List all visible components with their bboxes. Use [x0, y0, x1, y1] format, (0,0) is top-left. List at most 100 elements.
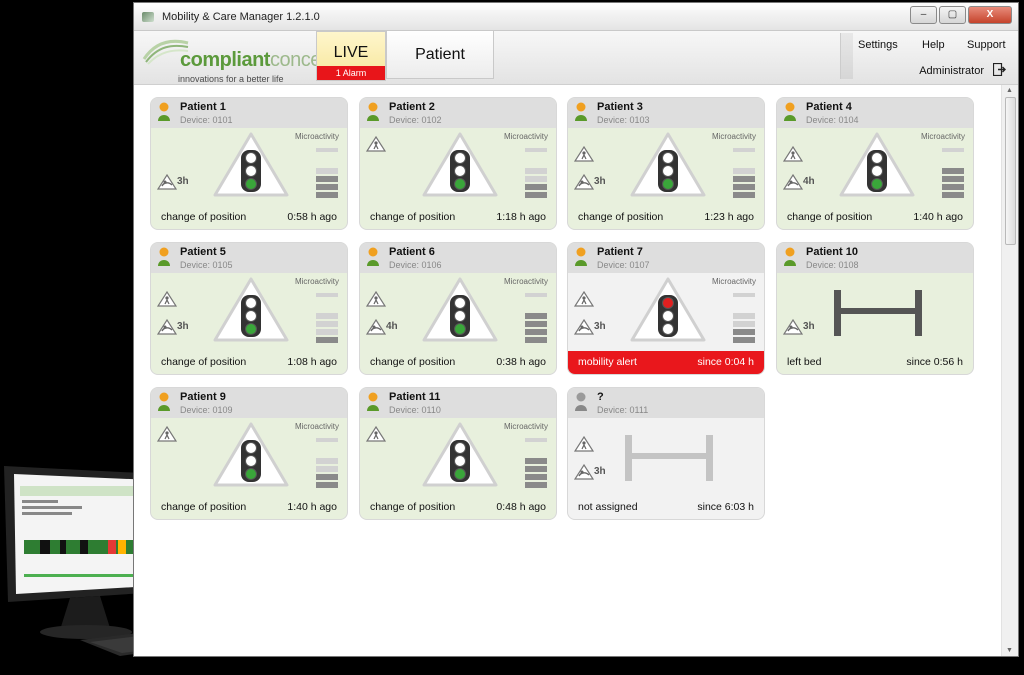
- microactivity-level-bars: [525, 148, 547, 198]
- turn-interval: 4h: [803, 176, 815, 187]
- activity-bar-empty: [316, 148, 338, 152]
- patient-avatar-icon: [783, 247, 797, 267]
- window-controls: – ▢ X: [910, 6, 1012, 24]
- activity-bar: [316, 337, 338, 343]
- microactivity-label: Microactivity: [294, 277, 339, 286]
- title-bar: Mobility & Care Manager 1.2.1.0 – ▢ X: [134, 3, 1018, 31]
- device-id: Device: 0110: [389, 405, 441, 415]
- microactivity-level-bars: [525, 293, 547, 343]
- activity-bar: [525, 321, 547, 327]
- patient-avatar-icon: [157, 102, 171, 122]
- scroll-down-icon[interactable]: ▼: [1006, 647, 1013, 654]
- mobility-warning-icon: [365, 425, 387, 442]
- patient-tile[interactable]: Patient 10 Device: 0108 3h left bed sinc…: [777, 243, 973, 374]
- app-header: compliantconcept innovations for a bette…: [134, 31, 1018, 85]
- status-time: since 6:03 h: [697, 501, 754, 513]
- device-id: Device: 0105: [180, 260, 233, 270]
- green-traffic-light-icon: [213, 132, 289, 198]
- scroll-thumb[interactable]: [1005, 97, 1016, 245]
- tile-body: Microactivity 4h: [360, 273, 556, 351]
- turn-interval: 3h: [803, 321, 815, 332]
- green-traffic-light-icon: [422, 277, 498, 343]
- tile-header: Patient 1 Device: 0101: [151, 98, 347, 128]
- tab-live[interactable]: LIVE 1 Alarm: [316, 31, 386, 81]
- mobility-warning-icon: [573, 145, 595, 162]
- patient-tile[interactable]: Patient 7 Device: 0107 Microactivity 3h …: [568, 243, 764, 374]
- tile-body: Microactivity 3h: [151, 128, 347, 206]
- activity-bar: [316, 329, 338, 335]
- patient-tile[interactable]: Patient 9 Device: 0109 Microactivity cha…: [151, 388, 347, 519]
- status-text: mobility alert: [578, 356, 637, 368]
- microactivity-label: Microactivity: [711, 132, 756, 141]
- activity-bar: [733, 168, 755, 174]
- activity-bar: [733, 321, 755, 327]
- status-text: change of position: [161, 501, 247, 513]
- mobility-warning-icon: [573, 290, 595, 307]
- patient-tile[interactable]: ? Device: 0111 3h not assigned since 6:0…: [568, 388, 764, 519]
- support-menu[interactable]: Support: [967, 39, 1006, 51]
- activity-bar-empty: [316, 438, 338, 442]
- patient-tile[interactable]: Patient 1 Device: 0101 Microactivity 3h …: [151, 98, 347, 229]
- maximize-button[interactable]: ▢: [939, 6, 966, 24]
- green-traffic-light-icon: [422, 422, 498, 488]
- status-text: change of position: [370, 501, 456, 513]
- mobility-warning-icon: [365, 135, 387, 152]
- device-id: Device: 0106: [389, 260, 442, 270]
- microactivity-level-bars: [316, 293, 338, 343]
- tab-patient[interactable]: Patient: [386, 31, 494, 79]
- patient-tile[interactable]: Patient 4 Device: 0104 Microactivity 4h …: [777, 98, 973, 229]
- alarm-count-badge: 1 Alarm: [317, 66, 385, 80]
- green-traffic-light-icon: [213, 422, 289, 488]
- tile-header: Patient 4 Device: 0104: [777, 98, 973, 128]
- logout-icon[interactable]: [993, 63, 1006, 76]
- microactivity-level-bars: [733, 293, 755, 343]
- activity-bar: [733, 329, 755, 335]
- activity-bar: [733, 337, 755, 343]
- close-button[interactable]: X: [968, 6, 1012, 24]
- device-id: Device: 0109: [180, 405, 233, 415]
- tile-body: Microactivity: [151, 418, 347, 496]
- microactivity-level-bars: [942, 148, 964, 198]
- patient-name: ?: [597, 391, 604, 403]
- status-time: 1:40 h ago: [287, 501, 337, 513]
- device-id: Device: 0107: [597, 260, 650, 270]
- microactivity-level-bars: [316, 438, 338, 488]
- status-time: 1:18 h ago: [496, 211, 546, 223]
- red-traffic-light-icon: [630, 277, 706, 343]
- activity-bar: [525, 458, 547, 464]
- microactivity-level-bars: [525, 438, 547, 488]
- patient-tile[interactable]: Patient 6 Device: 0106 Microactivity 4h …: [360, 243, 556, 374]
- turn-reminder-icon: [156, 173, 178, 190]
- mobility-warning-icon: [156, 425, 178, 442]
- tile-header: ? Device: 0111: [568, 388, 764, 418]
- patient-avatar-icon: [366, 392, 380, 412]
- settings-menu[interactable]: Settings: [858, 39, 898, 51]
- mobility-warning-icon: [365, 290, 387, 307]
- status-time: since 0:04 h: [697, 356, 754, 368]
- patient-tile[interactable]: Patient 2 Device: 0102 Microactivity cha…: [360, 98, 556, 229]
- turn-reminder-icon: [573, 318, 595, 335]
- patient-tile[interactable]: Patient 3 Device: 0103 Microactivity 3h …: [568, 98, 764, 229]
- patient-name: Patient 10: [806, 246, 858, 258]
- activity-bar: [316, 184, 338, 190]
- patient-tile[interactable]: Patient 5 Device: 0105 Microactivity 3h …: [151, 243, 347, 374]
- status-text: change of position: [370, 356, 456, 368]
- tab-live-label: LIVE: [333, 44, 369, 61]
- vertical-scrollbar[interactable]: ▲ ▼: [1001, 85, 1018, 656]
- help-menu[interactable]: Help: [922, 39, 945, 51]
- status-text: change of position: [161, 211, 247, 223]
- status-text: change of position: [578, 211, 664, 223]
- microactivity-label: Microactivity: [503, 132, 548, 141]
- microactivity-level-bars: [733, 148, 755, 198]
- patient-avatar-icon: [366, 102, 380, 122]
- scroll-up-icon[interactable]: ▲: [1006, 87, 1013, 94]
- activity-bar-empty: [316, 293, 338, 297]
- patient-avatar-icon: [574, 102, 588, 122]
- header-divider: [840, 33, 853, 79]
- minimize-button[interactable]: –: [910, 6, 937, 24]
- tile-header: Patient 2 Device: 0102: [360, 98, 556, 128]
- bed-icon: [623, 433, 715, 483]
- tile-body: Microactivity: [360, 128, 556, 206]
- patient-tile[interactable]: Patient 11 Device: 0110 Microactivity ch…: [360, 388, 556, 519]
- tile-status-bar: change of position 1:40 h ago: [777, 206, 973, 229]
